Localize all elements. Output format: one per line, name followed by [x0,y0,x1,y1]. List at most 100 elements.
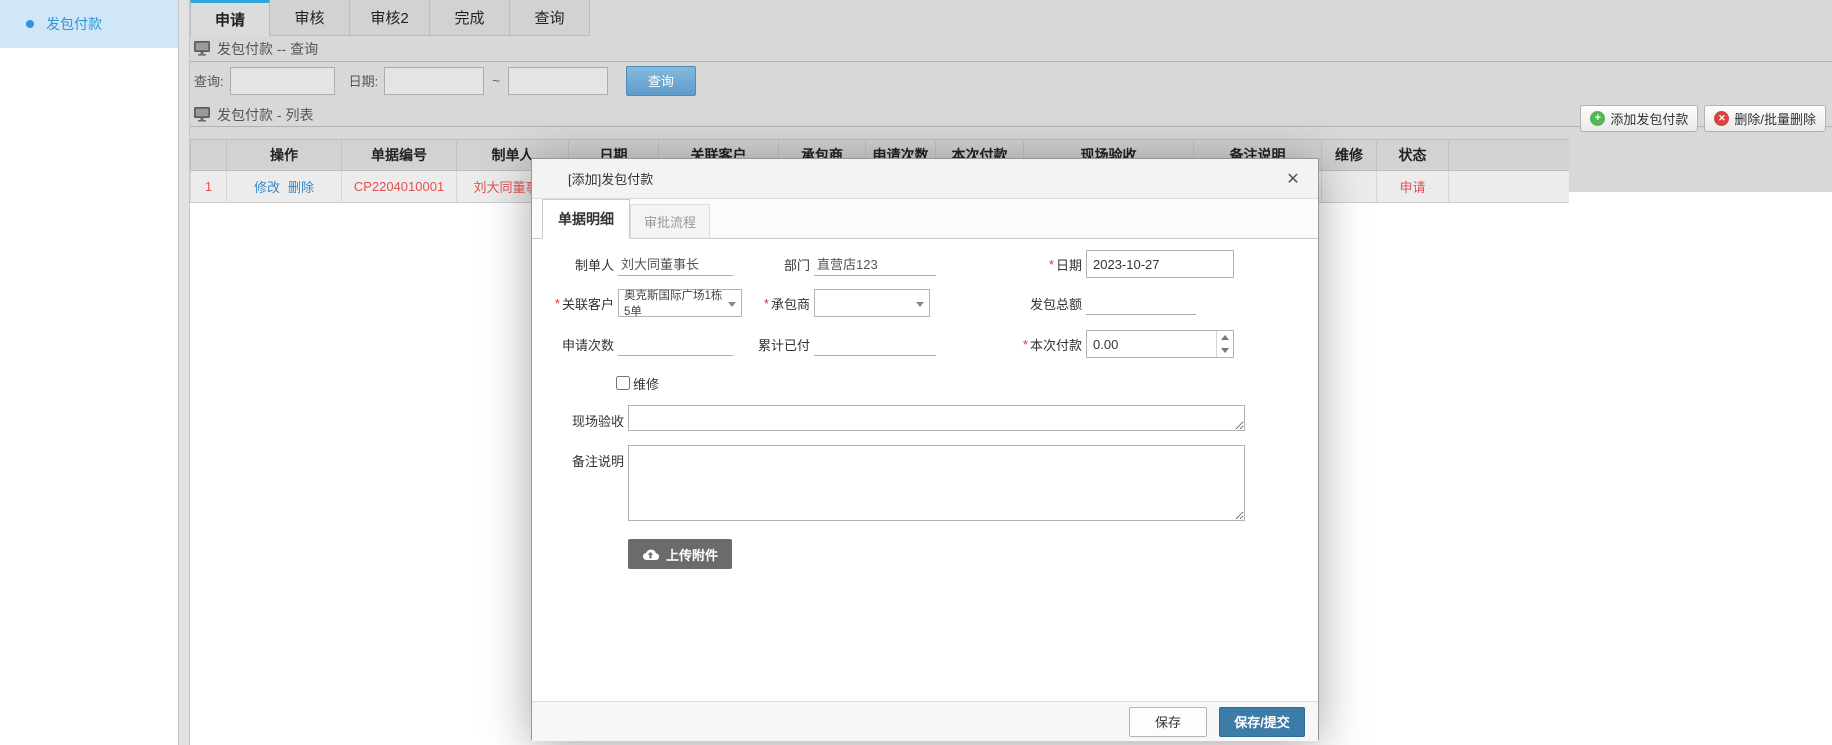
tab-complete[interactable]: 完成 [430,0,510,36]
monitor-icon [194,41,210,56]
tab-document-detail[interactable]: 单据明细 [542,199,630,239]
row-status: 申请 [1377,171,1449,203]
total-amount-input[interactable] [1086,291,1196,315]
chevron-down-icon [916,302,924,307]
apply-count-label: 申请次数 [562,335,614,354]
date-to-input[interactable] [508,67,608,95]
dialog-tab-bar: 单据明细 审批流程 [532,199,1318,239]
acceptance-field: 现场验收 [534,405,1245,431]
dialog-footer: 保存 保存/提交 [532,701,1318,741]
row-index: 1 [190,171,227,203]
tab-approval-flow[interactable]: 审批流程 [630,204,710,238]
upload-attachment-button[interactable]: 上传附件 [628,539,732,569]
acceptance-textarea[interactable] [628,405,1245,431]
contractor-label: 承包商 [771,294,810,313]
dialog-title: [添加]发包付款 [568,169,653,188]
cloud-upload-icon [642,548,659,561]
app-window: 发包付款 申请 审核 审核2 完成 查询 发包付款 -- 查 [0,0,1832,745]
contractor-select[interactable] [814,289,930,317]
arrow-down-icon [1221,348,1229,353]
dialog-body: 制单人 部门 *日期 *关联客户 奥克斯国际广场1栋5单 *承包商 [532,239,1318,701]
query-form: 查询: 日期: ~ 查询 [190,62,1832,99]
delete-link[interactable]: 删除 [288,177,314,196]
paid-input[interactable] [814,332,936,356]
date-field-label: 日期 [1056,255,1082,274]
date-from-input[interactable] [384,67,484,95]
col-status: 状态 [1377,139,1449,171]
col-index [190,139,227,171]
department-input[interactable] [814,252,936,276]
tab-review2[interactable]: 审核2 [350,0,430,36]
query-section-header: 发包付款 -- 查询 [190,36,1832,62]
add-payment-button[interactable]: + 添加发包付款 [1580,105,1698,132]
required-mark: * [1023,337,1028,352]
query-section-title: 发包付款 -- 查询 [217,39,318,59]
add-payment-dialog: [添加]发包付款 ✕ 单据明细 审批流程 制单人 部门 *日期 *关联客 [531,158,1319,740]
delete-batch-label: 删除/批量删除 [1734,109,1816,128]
sidebar: 发包付款 [0,0,178,745]
date-field: *日期 [972,249,1234,279]
search-button[interactable]: 查询 [626,66,696,96]
remark-label: 备注说明 [534,445,624,521]
col-doc-no: 单据编号 [342,139,457,171]
row-filler [1449,171,1569,203]
row-repair [1322,171,1377,203]
save-button[interactable]: 保存 [1129,707,1207,737]
repair-label: 维修 [633,374,659,393]
customer-select-value: 奥克斯国际广场1栋5单 [624,287,725,319]
query-input[interactable] [230,67,335,95]
required-mark: * [1049,257,1054,272]
save-submit-button[interactable]: 保存/提交 [1219,707,1305,737]
department-label: 部门 [784,255,810,274]
repair-field: 维修 [616,372,659,394]
spinner-down-button[interactable] [1217,344,1233,357]
dialog-header: [添加]发包付款 ✕ [532,159,1318,199]
sidebar-splitter[interactable] [178,0,190,745]
department-field: 部门 [728,249,936,279]
creator-label: 制单人 [575,255,614,274]
row-actions: 修改 删除 [227,171,342,203]
customer-select[interactable]: 奥克斯国际广场1栋5单 [618,289,742,317]
sidebar-item-label: 发包付款 [46,14,102,34]
tab-apply[interactable]: 申请 [190,0,270,36]
tab-query[interactable]: 查询 [510,0,590,36]
date-label: 日期: [349,71,379,90]
list-section-header: 发包付款 - 列表 + 添加发包付款 ✕ 删除/批量删除 [190,103,1832,131]
query-label: 查询: [194,71,224,90]
arrow-up-icon [1221,335,1229,340]
apply-count-input[interactable] [618,332,733,356]
payment-number-input [1086,330,1234,358]
remark-textarea[interactable] [628,445,1245,521]
row-doc-no: CP2204010001 [342,171,457,203]
payment-input[interactable] [1087,337,1205,352]
required-mark: * [555,296,560,311]
number-spinner [1216,331,1233,357]
edit-link[interactable]: 修改 [254,177,280,196]
date-input[interactable] [1086,250,1234,278]
upload-attachment-label: 上传附件 [666,545,718,564]
bullet-icon [26,20,34,28]
creator-input[interactable] [618,252,733,276]
payment-label: 本次付款 [1030,335,1082,354]
customer-field: *关联客户 奥克斯国际广场1栋5单 [532,288,742,318]
repair-checkbox[interactable] [616,376,630,390]
tab-review[interactable]: 审核 [270,0,350,36]
list-toolbar: + 添加发包付款 ✕ 删除/批量删除 [1580,105,1826,132]
plus-circle-icon: + [1590,111,1605,126]
spinner-up-button[interactable] [1217,331,1233,344]
apply-count-field: 申请次数 [532,329,733,359]
payment-field: *本次付款 [972,329,1234,359]
date-range-tilde: ~ [492,73,500,88]
add-payment-label: 添加发包付款 [1610,109,1688,128]
list-section-title: 发包付款 - 列表 [217,105,313,125]
col-repair: 维修 [1322,139,1377,171]
col-filler [1449,139,1569,171]
close-icon[interactable]: ✕ [1282,168,1304,190]
required-mark: * [764,296,769,311]
delete-batch-button[interactable]: ✕ 删除/批量删除 [1704,105,1826,132]
cross-circle-icon: ✕ [1714,111,1729,126]
tab-bar: 申请 审核 审核2 完成 查询 [190,0,1832,36]
acceptance-label: 现场验收 [534,405,624,431]
monitor-icon [194,107,210,122]
sidebar-item-contract-payment[interactable]: 发包付款 [0,0,178,48]
